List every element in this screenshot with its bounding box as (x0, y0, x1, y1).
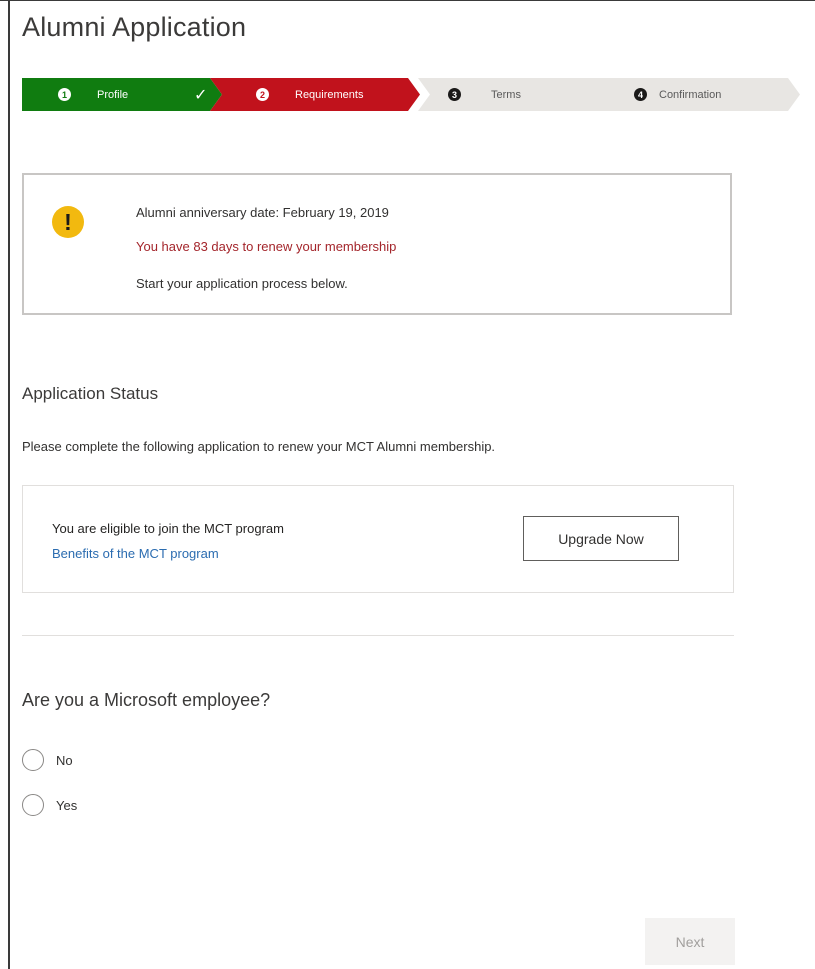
step-number-icon: 3 (448, 88, 461, 101)
radio-button-no[interactable] (22, 749, 44, 771)
step-label: Terms (491, 88, 521, 101)
application-status-heading: Application Status (22, 384, 159, 403)
mct-benefits-link[interactable]: Benefits of the MCT program (52, 546, 219, 561)
step-requirements[interactable]: 2 Requirements (210, 78, 420, 111)
radio-label-no: No (56, 752, 73, 768)
warning-icon: ! (52, 206, 84, 238)
mct-eligible-text: You are eligible to join the MCT program (52, 521, 284, 536)
progress-wizard: 1 Profile ✓ 2 Requirements 3 Terms 4 Con… (22, 78, 800, 111)
step-label: Profile (97, 88, 129, 101)
step-number-icon: 4 (634, 88, 647, 101)
step-number-icon: 2 (256, 88, 269, 101)
page-title: Alumni Application (22, 12, 247, 42)
step-label: Requirements (295, 88, 364, 101)
step-label: Confirmation (659, 88, 722, 101)
step-terms[interactable]: 3 Terms (418, 78, 630, 111)
section-divider (22, 635, 734, 636)
step-profile[interactable]: 1 Profile ✓ (22, 78, 222, 111)
step-number-icon: 1 (58, 88, 71, 101)
upgrade-now-button[interactable]: Upgrade Now (523, 516, 679, 561)
mct-eligibility-card: You are eligible to join the MCT program… (22, 485, 734, 593)
membership-alert: ! Alumni anniversary date: February 19, … (22, 173, 732, 315)
radio-label-yes: Yes (56, 797, 78, 813)
renewal-notice-text: You have 83 days to renew your membershi… (136, 239, 397, 254)
window-frame-top (0, 0, 815, 1)
next-button[interactable]: Next (645, 918, 735, 965)
employee-question: Are you a Microsoft employee? (22, 690, 271, 710)
window-frame-left (8, 0, 10, 969)
radio-option-yes[interactable]: Yes (22, 794, 77, 816)
anniversary-date-text: Alumni anniversary date: February 19, 20… (136, 205, 389, 220)
checkmark-icon: ✓ (194, 87, 208, 104)
radio-option-no[interactable]: No (22, 749, 73, 771)
instruction-text: Start your application process below. (136, 276, 348, 291)
step-confirmation[interactable]: 4 Confirmation (602, 78, 800, 111)
radio-button-yes[interactable] (22, 794, 44, 816)
application-status-description: Please complete the following applicatio… (22, 439, 496, 454)
